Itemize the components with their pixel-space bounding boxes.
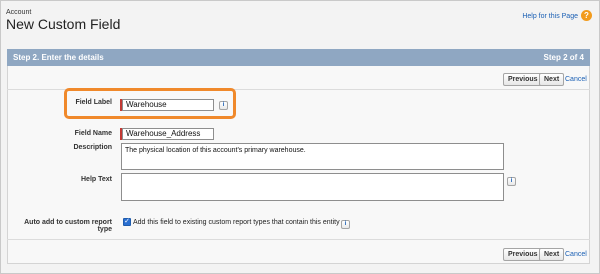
auto-add-label: Auto add to custom report type bbox=[24, 219, 112, 233]
help-icon[interactable]: ? bbox=[581, 10, 592, 21]
step-header: Step 2. Enter the details Step 2 of 4 bbox=[7, 49, 590, 66]
cancel-link-bottom[interactable]: Cancel bbox=[565, 251, 587, 258]
cancel-link-top[interactable]: Cancel bbox=[565, 76, 587, 83]
step-counter: Step 2 of 4 bbox=[543, 53, 584, 62]
field-name-input[interactable]: Warehouse_Address bbox=[122, 128, 214, 140]
info-icon[interactable]: i bbox=[219, 101, 228, 110]
field-name-label: Field Name bbox=[74, 130, 112, 137]
help-link[interactable]: Help for this Page bbox=[522, 13, 578, 20]
info-icon[interactable]: i bbox=[341, 220, 350, 229]
help-text-label: Help Text bbox=[81, 176, 112, 183]
auto-add-checkbox[interactable]: ✓ bbox=[123, 218, 131, 226]
description-label: Description bbox=[73, 144, 112, 151]
next-button-top[interactable]: Next bbox=[539, 73, 565, 86]
info-icon[interactable]: i bbox=[507, 177, 516, 186]
previous-button-bottom[interactable]: Previous bbox=[503, 248, 543, 261]
field-label-label: Field Label bbox=[75, 99, 112, 106]
auto-add-text: Add this field to existing custom report… bbox=[133, 219, 340, 226]
previous-button-top[interactable]: Previous bbox=[503, 73, 543, 86]
help-text-textarea[interactable] bbox=[121, 173, 504, 201]
step-title: Step 2. Enter the details bbox=[13, 53, 104, 62]
next-button-bottom[interactable]: Next bbox=[539, 248, 565, 261]
divider-bottom bbox=[7, 239, 590, 240]
breadcrumb: Account bbox=[6, 9, 32, 16]
field-label-input[interactable]: Warehouse bbox=[122, 99, 214, 111]
description-textarea[interactable]: The physical location of this account's … bbox=[121, 143, 504, 170]
page-title: New Custom Field bbox=[6, 16, 121, 32]
